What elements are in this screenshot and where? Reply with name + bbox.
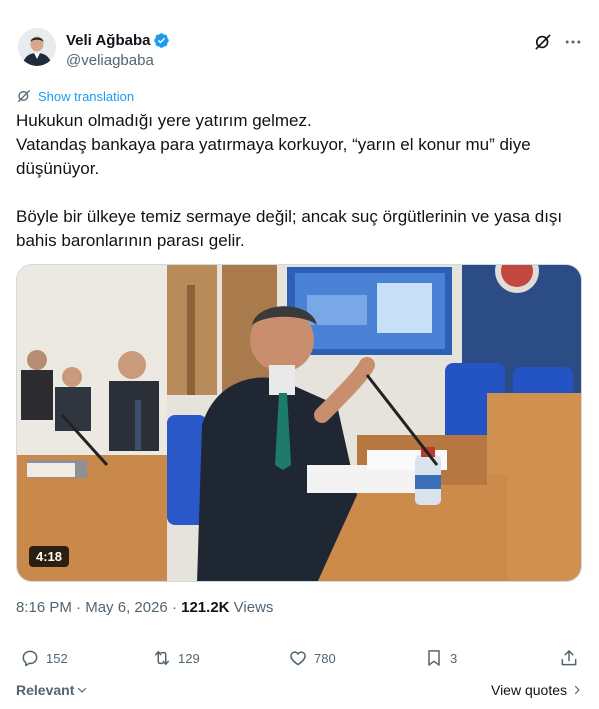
tweet-text: Hukukun olmadığı yere yatırım gelmez. Va… [16, 109, 576, 253]
show-translation-label: Show translation [38, 88, 135, 104]
reply-count: 152 [46, 650, 68, 666]
repost-icon [155, 651, 169, 665]
tweet-date[interactable]: May 6, 2026 [85, 599, 168, 616]
like-button[interactable]: 780 [288, 648, 336, 668]
view-quotes-label: View quotes [490, 682, 567, 698]
author-display-name[interactable]: Veli Ağbaba [66, 32, 170, 49]
sort-label: Relevant [16, 682, 75, 698]
view-quotes-link[interactable]: View quotes [491, 682, 583, 698]
chevron-right-icon [574, 685, 580, 695]
views-count: 121.2K [181, 599, 230, 616]
repost-button[interactable]: 129 [152, 648, 200, 668]
grok-icon[interactable] [533, 32, 553, 52]
more-horizontal-icon[interactable] [563, 32, 583, 52]
meta-separator: · [71, 599, 86, 616]
video-duration: 4:18 [29, 546, 70, 567]
bookmark-icon [428, 650, 440, 666]
tweet-footer: Relevant View quotes [16, 682, 583, 702]
author-names: Veli Ağbaba @veliagbaba [66, 32, 170, 69]
meta-separator: · [167, 599, 182, 616]
tweet-meta: 8:16 PM · May 6, 2026 · 121.2K Views [16, 599, 273, 616]
chevron-down-icon [78, 687, 87, 693]
repost-count: 129 [178, 650, 200, 666]
views-label: Views [229, 599, 274, 616]
translate-icon [18, 90, 30, 102]
video-player[interactable]: 4:18 [16, 264, 582, 582]
avatar[interactable] [18, 28, 56, 66]
show-translation-link[interactable]: Show translation [16, 88, 134, 104]
tweet: Veli Ağbaba @veliagbaba Show translation [0, 0, 599, 709]
display-name-text: Veli Ağbaba [66, 32, 151, 49]
action-bar: 152 129 780 3 [16, 648, 583, 672]
share-icon [561, 650, 577, 666]
tweet-time[interactable]: 8:16 PM [16, 599, 72, 616]
tweet-text-line: Hukukun olmadığı yere yatırım gelmez. [16, 111, 312, 130]
author-handle[interactable]: @veliagbaba [66, 52, 170, 69]
like-count: 780 [314, 650, 336, 666]
sort-dropdown[interactable]: Relevant [16, 682, 88, 698]
tweet-text-line: Böyle bir ülkeye temiz sermaye değil; an… [16, 207, 563, 250]
video-thumbnail [17, 265, 581, 581]
verified-badge-icon [154, 33, 170, 48]
reply-icon [22, 650, 38, 667]
heart-icon [290, 651, 306, 666]
bookmark-button[interactable]: 3 [424, 648, 457, 668]
share-button[interactable] [559, 648, 579, 668]
bookmark-count: 3 [450, 650, 458, 666]
reply-button[interactable]: 152 [20, 648, 68, 668]
tweet-header: Veli Ağbaba @veliagbaba [16, 24, 583, 72]
tweet-text-line: Vatandaş bankaya para yatırmaya korkuyor… [16, 135, 531, 178]
